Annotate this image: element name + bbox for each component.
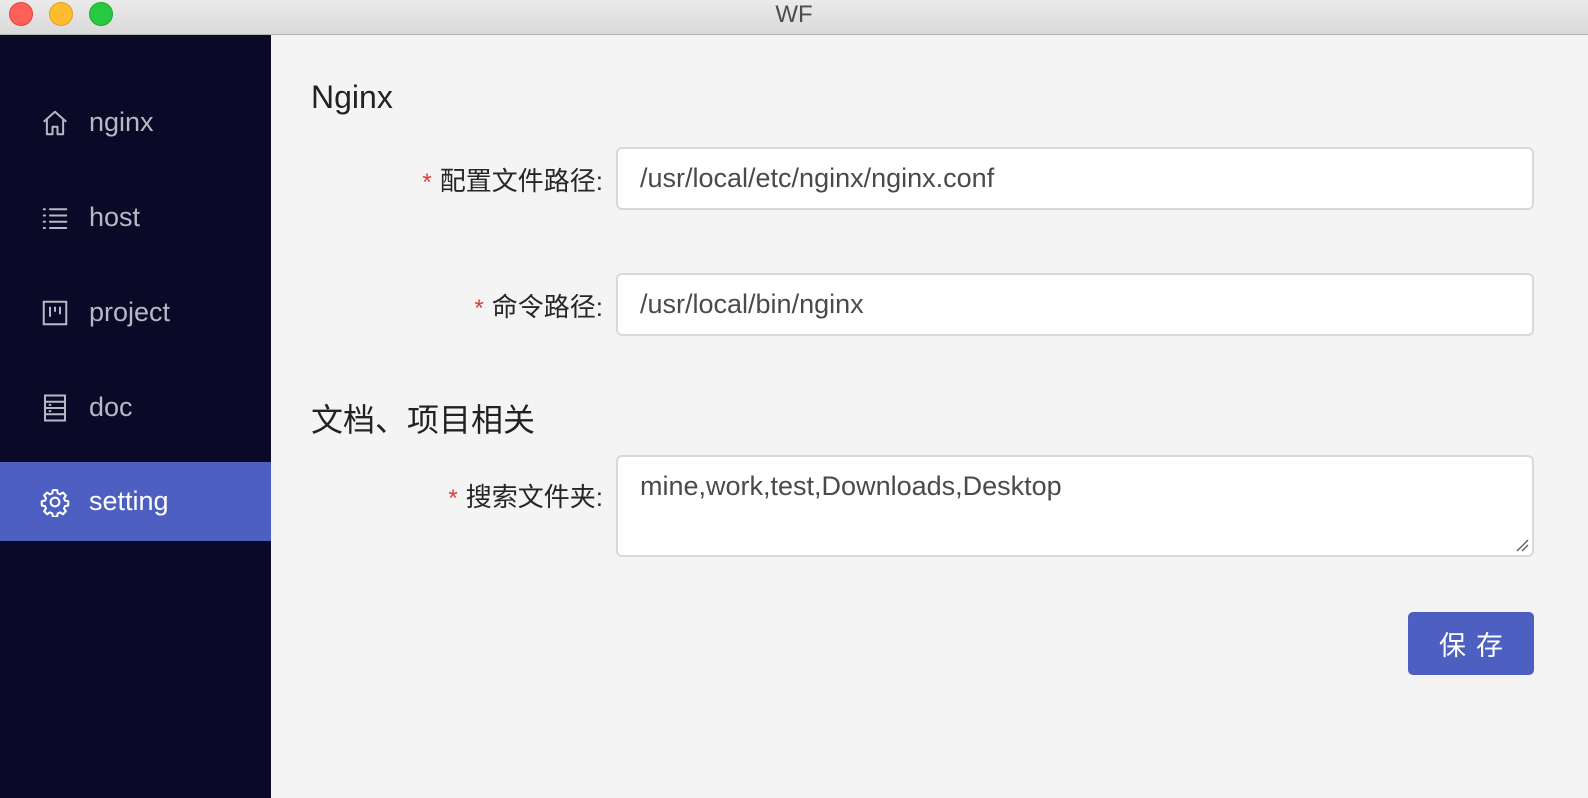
command-path-input[interactable]: /usr/local/bin/nginx [616,273,1534,336]
title-bar: WF [0,0,1588,35]
document-icon [40,393,70,423]
config-path-input[interactable]: /usr/local/etc/nginx/nginx.conf [616,147,1534,210]
settings-panel: Nginx * 配置文件路径: /usr/local/etc/nginx/ngin… [271,35,1588,798]
list-icon [40,203,70,233]
command-path-label: * 命令路径: [474,292,603,322]
sidebar-item-nginx[interactable]: nginx [0,83,271,162]
required-marker: * [422,169,432,196]
search-folders-label: * 搜索文件夹: [448,482,603,512]
save-button[interactable]: 保存 [1408,612,1534,675]
sidebar-item-host[interactable]: host [0,178,271,257]
sidebar-item-setting[interactable]: setting [0,462,271,541]
project-board-icon [40,298,70,328]
sidebar-item-project[interactable]: project [0,273,271,352]
search-folders-textarea[interactable]: mine,work,test,Downloads,Desktop [616,455,1534,557]
nginx-section-title: Nginx [311,79,393,115]
gear-icon [40,487,70,517]
home-icon [40,108,70,138]
required-marker: * [474,295,484,322]
sidebar-item-label: setting [89,486,169,516]
sidebar-item-label: nginx [89,107,154,137]
docs-section-title: 文档、项目相关 [311,402,536,438]
sidebar-item-label: project [89,297,171,327]
app-window: WF nginx host project doc setting Nginx … [0,0,1588,798]
sidebar: nginx host project doc setting [0,35,271,798]
required-marker: * [448,485,458,512]
resize-handle-icon[interactable] [1515,538,1529,552]
sidebar-item-doc[interactable]: doc [0,368,271,447]
sidebar-item-label: doc [89,392,133,422]
config-path-label: * 配置文件路径: [422,166,603,196]
window-title: WF [775,1,813,28]
sidebar-item-label: host [89,202,141,232]
